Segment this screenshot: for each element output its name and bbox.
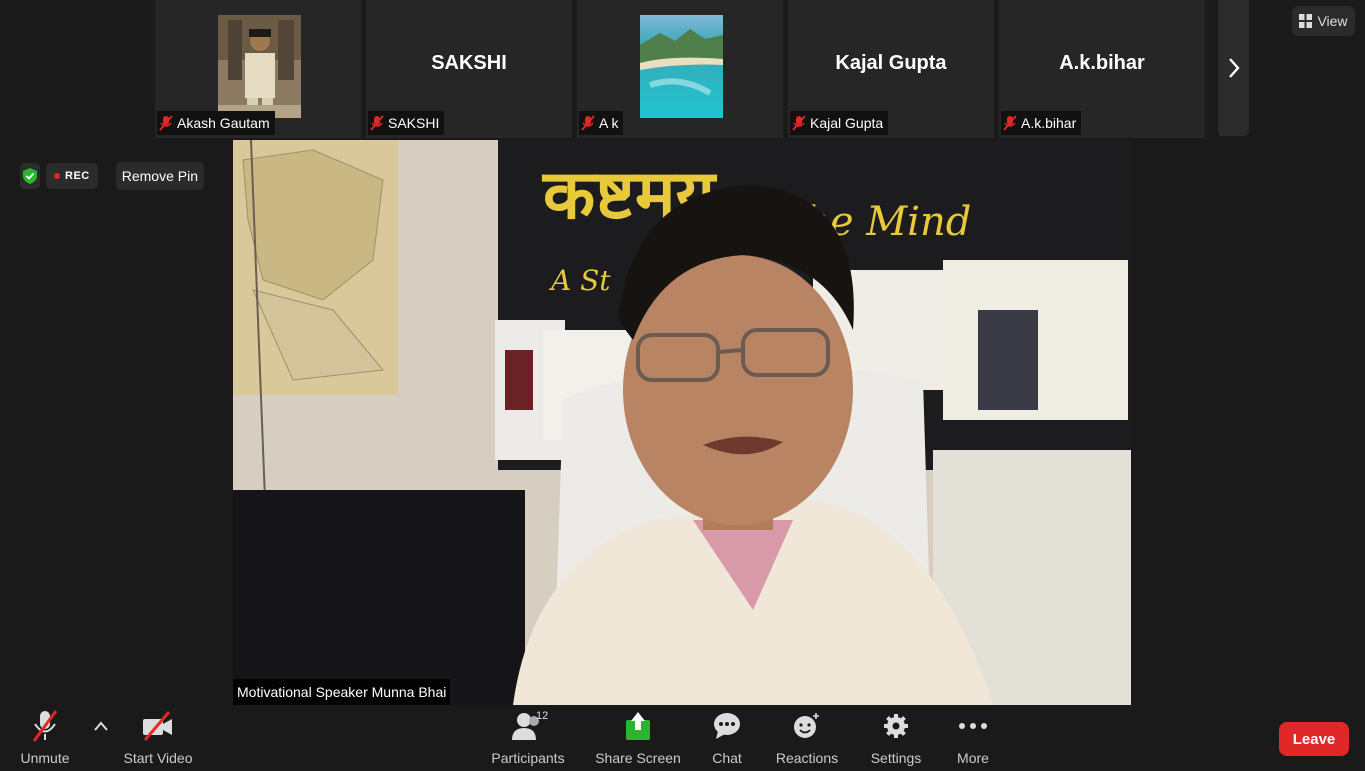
encryption-badge[interactable] [20,163,40,189]
active-speaker-name: Motivational Speaker Munna Bhai [233,679,451,705]
participants-button[interactable]: 12 Participants [491,706,565,771]
start-video-label: Start Video [123,750,193,766]
mic-muted-icon [159,115,173,131]
chat-icon [714,713,740,739]
participant-tile[interactable]: Kajal Gupta Kajal Gupta [788,0,994,138]
participant-name-label: SAKSHI [368,111,445,135]
participant-name: A k [599,115,619,131]
share-screen-label: Share Screen [595,750,681,766]
mic-muted-icon [370,115,384,131]
share-screen-button[interactable]: Share Screen [595,706,681,771]
participants-count: 12 [536,710,549,722]
participant-name-label: A.k.bihar [1001,111,1082,135]
participant-name: Akash Gautam [177,115,270,131]
speaker-video-frame: कष्टमय the Mind A St [233,140,1131,705]
unmute-button[interactable]: Unmute [14,706,76,771]
chat-label: Chat [712,750,742,766]
settings-button[interactable]: Settings [868,706,924,771]
participant-display-name: Kajal Gupta [835,52,947,74]
participant-name-label: Akash Gautam [157,111,275,135]
reactions-icon [794,713,819,738]
reactions-label: Reactions [775,750,839,766]
main-video[interactable]: कष्टमय the Mind A St [233,140,1131,705]
participant-tile[interactable]: Akash Gautam [155,0,361,138]
meeting-status-badges: REC Remove Pin [20,162,204,190]
chevron-right-icon [1228,58,1240,78]
recording-dot-icon [54,173,60,179]
participants-label: Participants [491,750,565,766]
chevron-up-icon [94,721,108,731]
more-label: More [957,750,989,766]
mic-muted-icon [1003,115,1017,131]
mic-muted-icon [32,710,58,742]
participant-tile[interactable]: A k [577,0,783,138]
mic-muted-icon [581,115,595,131]
participant-tile[interactable]: A.k.bihar A.k.bihar [999,0,1205,138]
participant-display-name: A.k.bihar [1059,52,1145,74]
start-video-button[interactable]: Start Video [122,706,194,771]
participant-name-label: Kajal Gupta [790,111,889,135]
audio-options-button[interactable] [88,706,114,771]
recording-indicator[interactable]: REC [46,163,98,189]
participant-photo [640,15,723,118]
participant-strip: Akash Gautam SAKSHI SAKSHI A k Kajal Gup… [155,0,1205,138]
shield-check-icon [23,168,37,184]
participant-name: A.k.bihar [1021,115,1077,131]
meeting-toolbar: Unmute Start Video 12 Participants Share… [0,706,1365,771]
banner-script-text: A St [548,264,611,297]
grid-icon [1299,14,1313,28]
more-dots-icon [959,723,987,729]
recording-label: REC [65,170,90,182]
participant-name-label: A k [579,111,624,135]
participant-name: SAKSHI [388,115,440,131]
remove-pin-button[interactable]: Remove Pin [115,162,204,190]
unmute-label: Unmute [20,750,70,766]
gear-icon [884,714,908,738]
video-off-icon [143,711,172,741]
more-button[interactable]: More [950,706,996,771]
reactions-button[interactable]: Reactions [776,706,838,771]
mic-muted-icon [792,115,806,131]
settings-label: Settings [870,750,922,766]
chat-button[interactable]: Chat [705,706,749,771]
share-screen-icon [626,712,650,740]
view-button[interactable]: View [1292,6,1355,36]
participant-name: Kajal Gupta [810,115,884,131]
participant-display-name: SAKSHI [431,52,507,74]
view-label: View [1317,13,1348,29]
participant-tile[interactable]: SAKSHI SAKSHI [366,0,572,138]
participant-photo [218,15,301,118]
leave-button[interactable]: Leave [1279,722,1349,756]
next-page-button[interactable] [1218,0,1249,136]
